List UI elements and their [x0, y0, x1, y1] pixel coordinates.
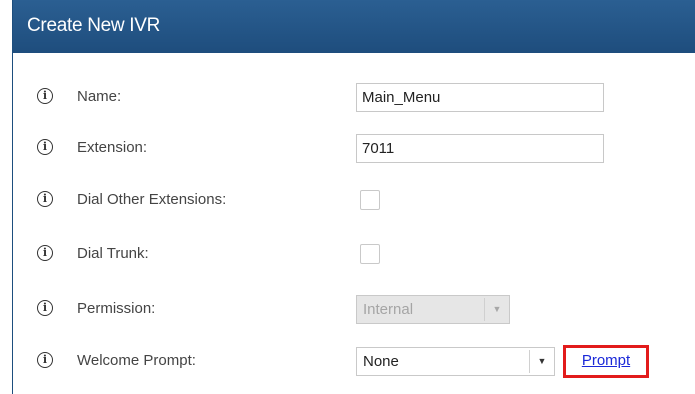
extension-input[interactable] [356, 134, 604, 163]
extension-row: i Extension: [13, 134, 695, 164]
permission-row: i Permission: Internal ▼ [13, 295, 695, 325]
dial-other-extensions-label: Dial Other Extensions: [77, 191, 227, 208]
dial-other-extensions-row: i Dial Other Extensions: [13, 186, 695, 216]
welcome-prompt-select-value: None [363, 353, 399, 370]
permission-select-value: Internal [363, 301, 414, 318]
name-input[interactable] [356, 83, 604, 112]
info-icon[interactable]: i [37, 88, 53, 104]
name-label: Name: [77, 88, 122, 105]
dial-trunk-row: i Dial Trunk: [13, 240, 695, 270]
welcome-prompt-select[interactable]: None ▼ [356, 347, 555, 376]
welcome-prompt-row: i Welcome Prompt: None ▼ Prompt [13, 345, 695, 378]
prompt-link[interactable]: Prompt [582, 352, 630, 369]
info-icon[interactable]: i [37, 245, 53, 261]
create-ivr-panel: Create New IVR i Name: i Extension: i Di… [12, 0, 695, 394]
info-icon[interactable]: i [37, 191, 53, 207]
info-icon[interactable]: i [37, 352, 53, 368]
dial-trunk-checkbox[interactable] [360, 244, 380, 264]
welcome-prompt-label: Welcome Prompt: [77, 352, 196, 369]
permission-select: Internal ▼ [356, 295, 510, 324]
prompt-link-highlight: Prompt [563, 345, 649, 378]
info-icon[interactable]: i [37, 139, 53, 155]
name-row: i Name: [13, 83, 695, 113]
permission-label: Permission: [77, 300, 156, 317]
extension-label: Extension: [77, 139, 148, 156]
panel-header: Create New IVR [13, 0, 695, 53]
chevron-down-icon: ▼ [484, 298, 509, 321]
info-icon[interactable]: i [37, 300, 53, 316]
chevron-down-icon[interactable]: ▼ [529, 350, 554, 373]
dial-other-extensions-checkbox[interactable] [360, 190, 380, 210]
dial-trunk-label: Dial Trunk: [77, 245, 149, 262]
page-title: Create New IVR [27, 15, 161, 36]
